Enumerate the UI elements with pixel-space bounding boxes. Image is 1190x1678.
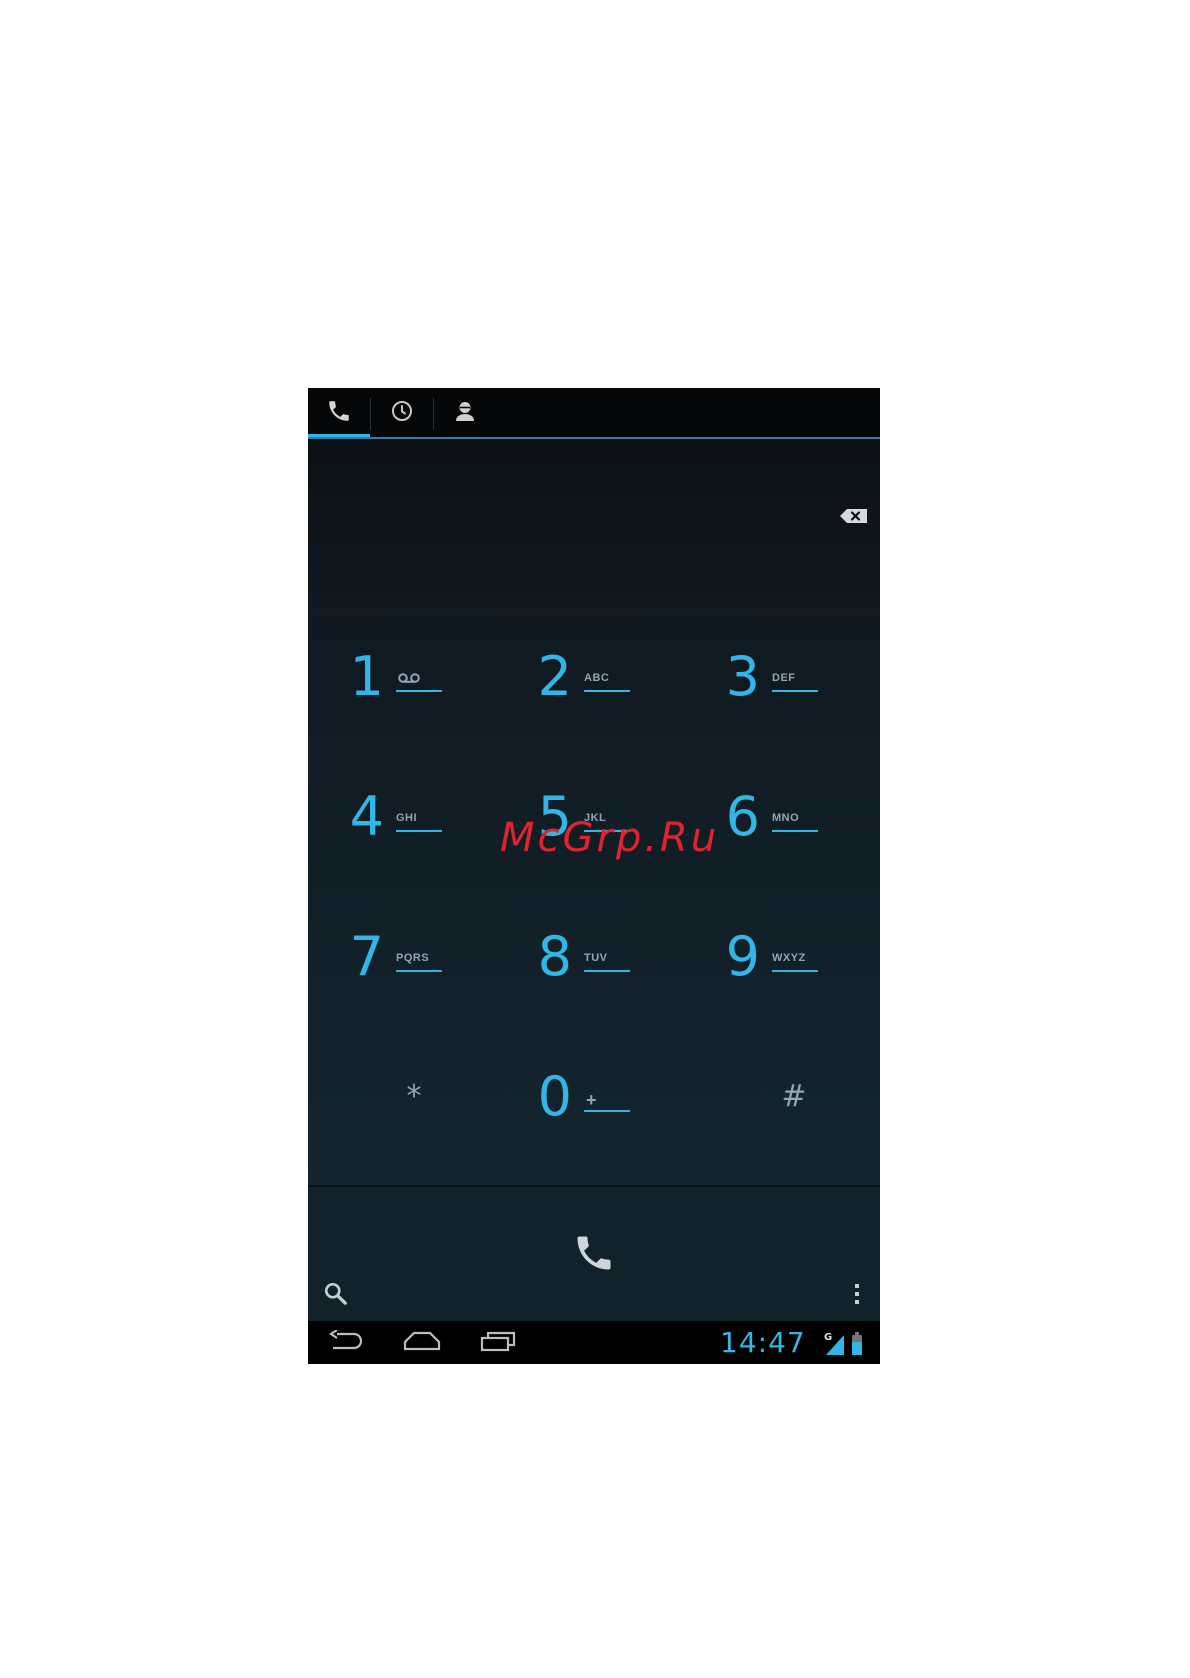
key-letters: + [586, 1090, 597, 1110]
dialpad-key-3[interactable]: 3 DEF [684, 619, 864, 749]
contact-icon [453, 399, 477, 427]
status-icons: G [822, 1329, 874, 1357]
backspace-icon [839, 508, 869, 528]
key-digit: 7 [349, 925, 384, 988]
status-clock: 14:47 [720, 1326, 806, 1359]
recent-apps-button[interactable] [468, 1321, 528, 1364]
battery-cap [855, 1332, 859, 1335]
dialpad-key-9[interactable]: 9 WXYZ [684, 899, 864, 1029]
back-button[interactable] [316, 1321, 376, 1364]
key-underline [396, 830, 442, 832]
watermark-text: McGrp.Ru [500, 815, 720, 861]
key-underline [772, 690, 818, 692]
home-icon [403, 1331, 441, 1355]
search-button[interactable] [316, 1279, 356, 1313]
more-vertical-icon [853, 1283, 861, 1309]
tab-bar [308, 388, 880, 439]
key-digit: 2 [537, 645, 572, 708]
key-underline [584, 1110, 630, 1112]
network-type: G [824, 1332, 832, 1343]
key-letters: TUV [584, 952, 608, 964]
key-underline [772, 970, 818, 972]
key-digit: 3 [725, 645, 760, 708]
overflow-menu-button[interactable] [842, 1279, 872, 1313]
dialpad-key-0[interactable]: 0 + [496, 1039, 676, 1169]
dialpad-key-star[interactable]: * [324, 1039, 504, 1169]
backspace-button[interactable] [838, 507, 870, 529]
key-digit: 4 [349, 785, 384, 848]
search-icon [323, 1281, 349, 1311]
key-symbol: * [406, 1079, 422, 1114]
key-digit: 0 [537, 1065, 572, 1128]
key-underline [584, 970, 630, 972]
tab-call-log[interactable] [371, 388, 433, 438]
dialpad-key-hash[interactable]: # [704, 1039, 880, 1169]
phone-icon [572, 1231, 616, 1279]
clock-icon [390, 399, 414, 427]
dialer-screen: 1 2 ABC 3 DEF 4 GHI 5 JKL 6 MNO 7 PQRS 8… [308, 388, 880, 1364]
call-button[interactable] [544, 1225, 644, 1285]
home-button[interactable] [392, 1321, 452, 1364]
key-digit: 8 [537, 925, 572, 988]
key-digit: 1 [349, 645, 384, 708]
number-display [308, 439, 880, 619]
key-underline [396, 970, 442, 972]
dialpad-key-2[interactable]: 2 ABC [496, 619, 676, 749]
key-underline [772, 830, 818, 832]
phone-icon [326, 398, 352, 428]
key-letters: MNO [772, 812, 800, 824]
dialpad-key-1[interactable]: 1 [308, 619, 488, 749]
tab-contacts[interactable] [434, 388, 496, 438]
system-navigation-bar: 14:47 G [308, 1321, 880, 1364]
key-letters: PQRS [396, 952, 430, 964]
key-letters: WXYZ [772, 952, 806, 964]
dialer-action-bar [308, 1185, 880, 1321]
dialpad: 1 2 ABC 3 DEF 4 GHI 5 JKL 6 MNO 7 PQRS 8… [308, 619, 880, 1185]
key-symbol: # [781, 1079, 807, 1114]
dialpad-key-4[interactable]: 4 GHI [308, 759, 488, 889]
battery-level [852, 1342, 862, 1355]
key-underline [584, 690, 630, 692]
key-underline [396, 690, 442, 692]
recent-apps-icon [480, 1330, 516, 1356]
key-letters: GHI [396, 812, 418, 824]
back-icon [328, 1328, 364, 1356]
key-letters: ABC [584, 672, 610, 684]
key-digit: 9 [725, 925, 760, 988]
key-letters: DEF [772, 672, 796, 684]
dialpad-key-8[interactable]: 8 TUV [496, 899, 676, 1029]
dialpad-key-7[interactable]: 7 PQRS [308, 899, 488, 1029]
tab-dialer[interactable] [308, 388, 370, 439]
voicemail-icon [398, 669, 420, 688]
